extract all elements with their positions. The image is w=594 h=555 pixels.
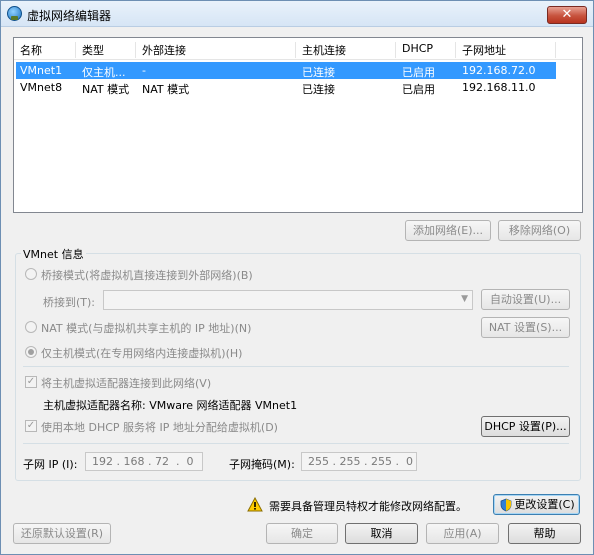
dhcp-settings-button[interactable]: DHCP 设置(P)... bbox=[481, 416, 570, 437]
restore-defaults-button[interactable]: 还原默认设置(R) bbox=[13, 523, 111, 544]
local-dhcp-checkbox[interactable]: ✓ bbox=[25, 420, 37, 432]
vmnet-info-group bbox=[15, 253, 581, 481]
window-title: 虚拟网络编辑器 bbox=[27, 9, 112, 23]
cancel-button[interactable]: 取消 bbox=[345, 523, 418, 544]
virtual-network-editor-window: 虚拟网络编辑器 ✕ 名称 类型 外部连接 主机连接 DHCP 子网地址 VMne… bbox=[0, 0, 594, 555]
chevron-down-icon: ▼ bbox=[461, 294, 468, 304]
admin-warning-text: 需要具备管理员特权才能修改网络配置。 bbox=[269, 500, 467, 513]
cell-external: NAT 模式 bbox=[142, 83, 190, 96]
shield-icon bbox=[500, 498, 512, 512]
help-button[interactable]: 帮助 bbox=[508, 523, 581, 544]
cell-external: - bbox=[142, 64, 146, 77]
add-network-button[interactable]: 添加网络(E)... bbox=[405, 220, 491, 241]
column-header-name[interactable]: 名称 bbox=[14, 42, 76, 58]
column-header-subnet[interactable]: 子网地址 bbox=[456, 42, 556, 58]
column-header-dhcp[interactable]: DHCP bbox=[396, 42, 456, 58]
close-button[interactable]: ✕ bbox=[547, 6, 587, 24]
network-table: 名称 类型 外部连接 主机连接 DHCP 子网地址 VMnet1 仅主机... … bbox=[13, 37, 583, 213]
cell-host: 已连接 bbox=[302, 83, 335, 96]
cell-type: 仅主机... bbox=[82, 66, 126, 79]
separator bbox=[23, 443, 569, 444]
subnet-ip-field[interactable]: 192 . 168 . 72 . 0 bbox=[85, 452, 203, 471]
ok-button[interactable]: 确定 bbox=[266, 523, 338, 544]
host-only-radio[interactable] bbox=[25, 346, 37, 358]
table-row[interactable]: VMnet1 仅主机... - 已连接 已启用 192.168.72.0 bbox=[16, 62, 556, 79]
cell-type: NAT 模式 bbox=[82, 83, 130, 96]
table-header: 名称 类型 外部连接 主机连接 DHCP 子网地址 bbox=[14, 38, 582, 60]
apply-button[interactable]: 应用(A) bbox=[426, 523, 499, 544]
nat-settings-button[interactable]: NAT 设置(S)... bbox=[481, 317, 570, 338]
nat-mode-radio[interactable] bbox=[25, 321, 37, 333]
cell-name: VMnet1 bbox=[20, 64, 63, 77]
local-dhcp-label: 使用本地 DHCP 服务将 IP 地址分配给虚拟机(D) bbox=[41, 421, 278, 434]
bridge-to-select[interactable]: ▼ bbox=[103, 290, 473, 310]
column-header-host[interactable]: 主机连接 bbox=[296, 42, 396, 58]
separator bbox=[23, 366, 569, 367]
connect-adapter-checkbox[interactable]: ✓ bbox=[25, 376, 37, 388]
nat-mode-label: NAT 模式(与虚拟机共享主机的 IP 地址)(N) bbox=[41, 322, 252, 335]
warning-icon bbox=[247, 497, 263, 512]
subnet-ip-label: 子网 IP (I): bbox=[23, 458, 78, 471]
auto-settings-button[interactable]: 自动设置(U)... bbox=[481, 289, 570, 310]
cell-subnet: 192.168.72.0 bbox=[462, 64, 536, 77]
bridge-mode-label: 桥接模式(将虚拟机直接连接到外部网络)(B) bbox=[41, 269, 253, 282]
bridge-to-label: 桥接到(T): bbox=[43, 296, 96, 309]
adapter-name-text: 主机虚拟适配器名称: VMware 网络适配器 VMnet1 bbox=[43, 399, 298, 412]
subnet-mask-label: 子网掩码(M): bbox=[229, 458, 295, 471]
cell-dhcp: 已启用 bbox=[402, 66, 435, 79]
vmnet-info-title: VMnet 信息 bbox=[21, 246, 86, 262]
host-only-label: 仅主机模式(在专用网络内连接虚拟机)(H) bbox=[41, 347, 243, 360]
cell-dhcp: 已启用 bbox=[402, 83, 435, 96]
subnet-mask-field[interactable]: 255 . 255 . 255 . 0 bbox=[301, 452, 417, 471]
cell-host: 已连接 bbox=[302, 66, 335, 79]
column-header-type[interactable]: 类型 bbox=[76, 42, 136, 58]
change-settings-label: 更改设置(C) bbox=[514, 498, 575, 511]
connect-adapter-label: 将主机虚拟适配器连接到此网络(V) bbox=[41, 377, 212, 390]
bridge-mode-radio[interactable] bbox=[25, 268, 37, 280]
cell-subnet: 192.168.11.0 bbox=[462, 81, 536, 94]
column-header-external[interactable]: 外部连接 bbox=[136, 42, 296, 58]
remove-network-button[interactable]: 移除网络(O) bbox=[498, 220, 581, 241]
title-bar: 虚拟网络编辑器 ✕ bbox=[1, 1, 593, 27]
table-row[interactable]: VMnet8 NAT 模式 NAT 模式 已连接 已启用 192.168.11.… bbox=[16, 79, 556, 96]
cell-name: VMnet8 bbox=[20, 81, 63, 94]
network-globe-icon bbox=[7, 6, 22, 21]
